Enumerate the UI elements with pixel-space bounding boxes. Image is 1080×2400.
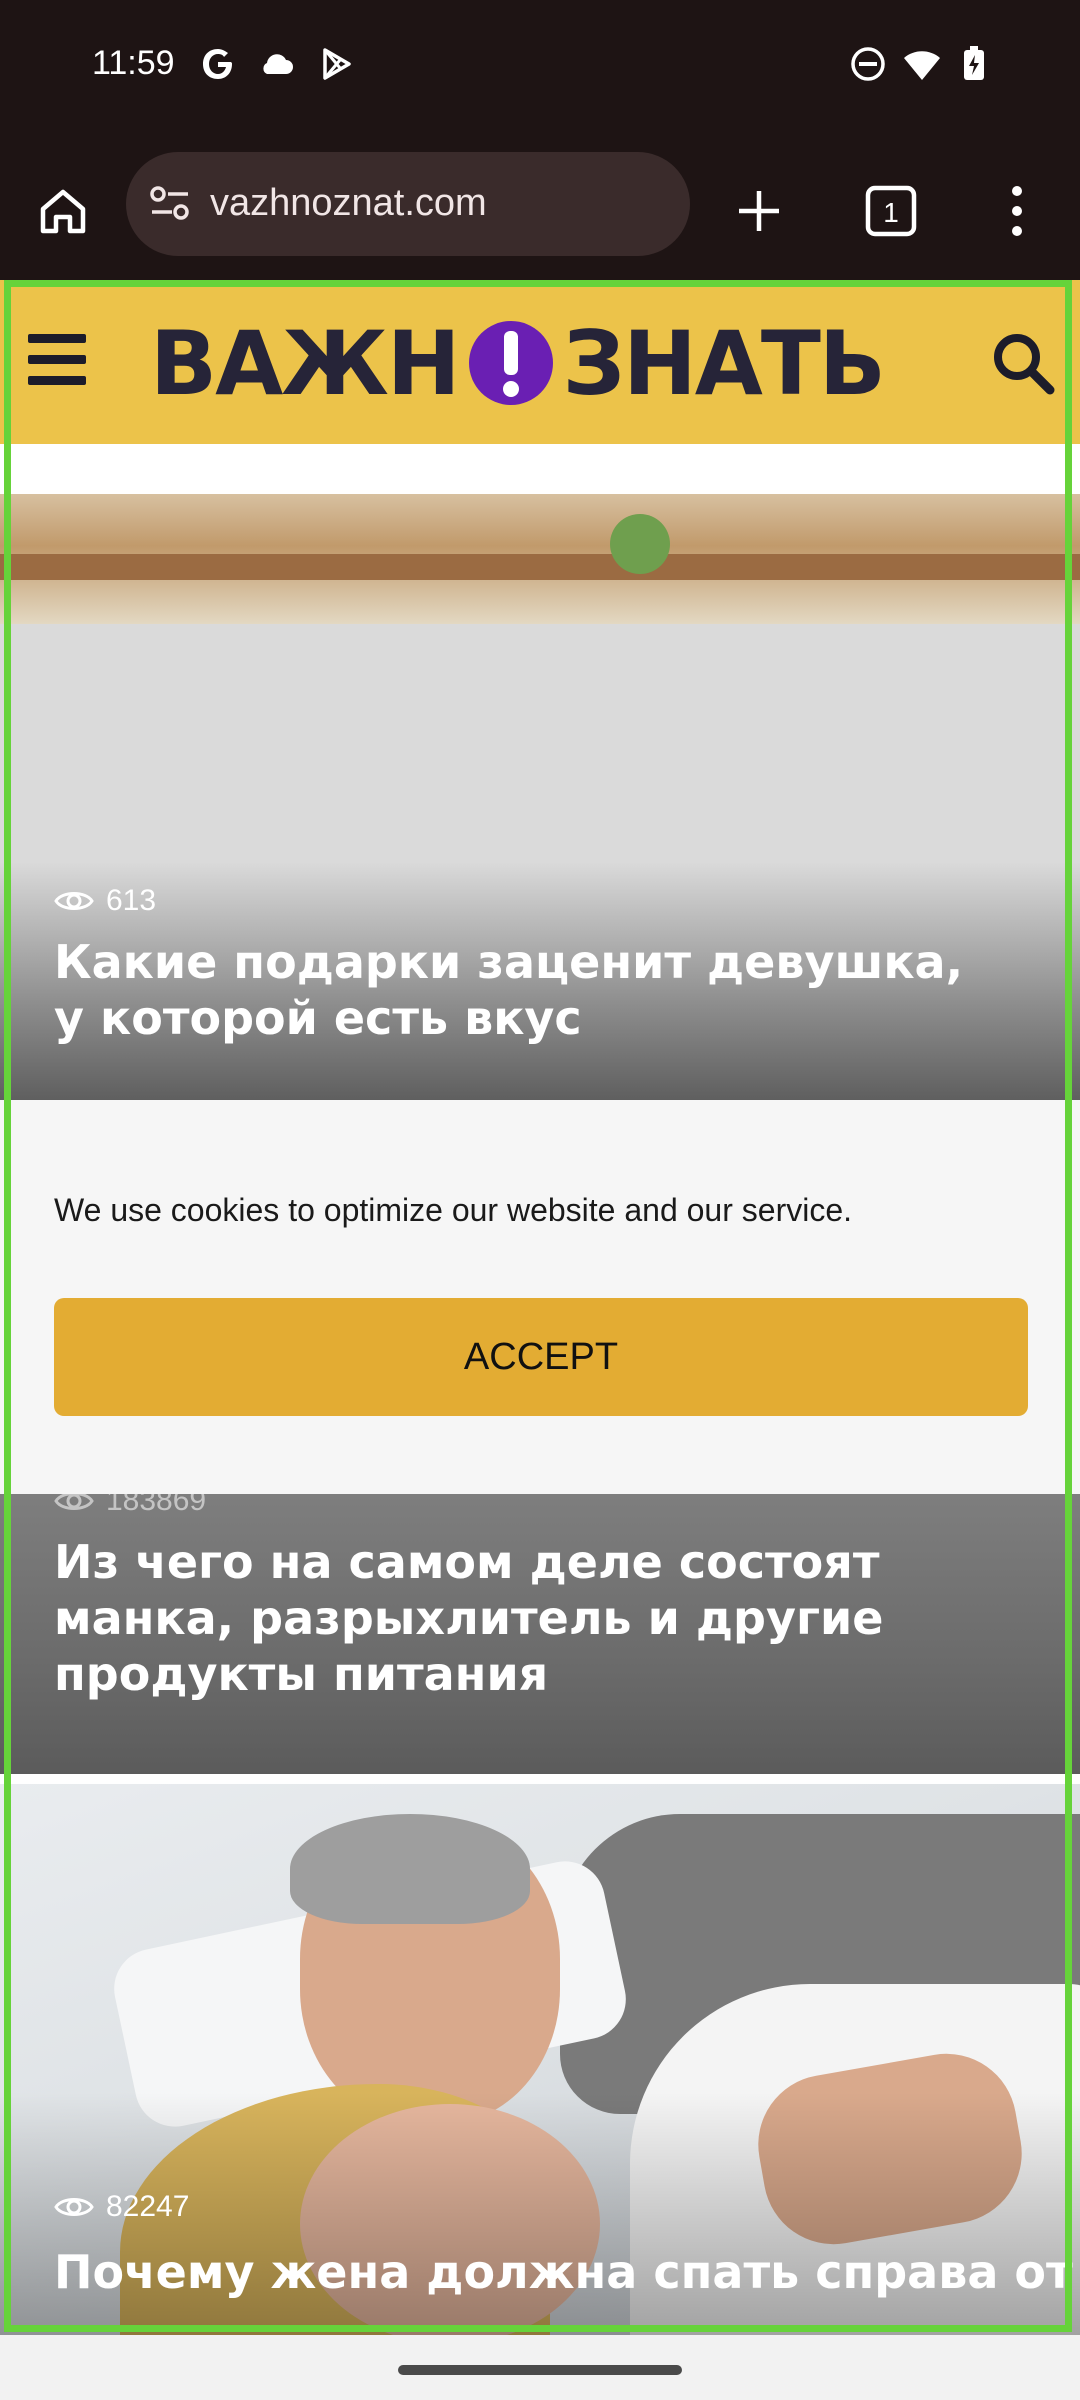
navigation-bar <box>0 2335 1080 2400</box>
site-logo[interactable]: ВАЖН ЗНАТЬ <box>150 312 886 415</box>
gesture-handle[interactable] <box>398 2365 682 2375</box>
battery-charging-icon <box>964 46 984 80</box>
article-card[interactable]: 613 Какие подарки заценит девушка, у кот… <box>0 624 1080 1100</box>
article-title[interactable]: Из чего на самом деле состоят манка, раз… <box>54 1534 1044 1702</box>
status-bar: 11:59 <box>0 0 1080 140</box>
home-button[interactable] <box>28 176 98 246</box>
menu-button[interactable] <box>982 176 1052 246</box>
google-icon <box>203 49 232 79</box>
logo-text-left: ВАЖН <box>150 311 461 415</box>
view-count-value: 613 <box>106 884 157 917</box>
do-not-disturb-icon <box>851 47 885 81</box>
article-card[interactable]: 183869 Из чего на самом деле состоят ман… <box>0 1484 1080 1774</box>
new-tab-button[interactable] <box>724 176 794 246</box>
logo-text-right: ЗНАТЬ <box>562 311 886 415</box>
play-store-icon <box>323 48 351 80</box>
site-settings-icon <box>150 186 189 220</box>
cloud-icon <box>263 54 293 74</box>
view-count: 82247 <box>54 2190 189 2224</box>
cookie-banner: We use cookies to optimize our website a… <box>0 1100 1080 1494</box>
plus-icon <box>739 191 779 231</box>
accept-cookies-button[interactable]: ACCEPT <box>54 1298 1028 1416</box>
cookie-message: We use cookies to optimize our website a… <box>54 1192 853 1228</box>
more-vert-icon <box>1012 186 1022 236</box>
eye-icon <box>54 892 94 910</box>
article-title[interactable]: Какие подарки заценит девушка, у которой… <box>54 934 994 1046</box>
hamburger-menu-icon[interactable] <box>28 334 86 386</box>
web-page: ВАЖН ЗНАТЬ 613 Какие подарки заценит дев… <box>0 280 1080 2335</box>
home-icon <box>40 189 86 234</box>
article-card[interactable]: 82247 Почему жена должна спать справа от <box>0 1784 1080 2335</box>
address-bar[interactable]: vazhnoznat.com <box>126 152 690 256</box>
eye-icon <box>54 2198 94 2216</box>
logo-exclamation-icon <box>468 321 553 405</box>
search-icon[interactable] <box>990 330 1056 396</box>
header-spacer <box>0 444 1080 494</box>
wifi-icon <box>904 51 940 80</box>
article-title[interactable]: Почему жена должна спать справа от <box>54 2244 1073 2300</box>
tab-switcher-button[interactable]: 1 <box>856 176 926 246</box>
view-count: 613 <box>54 884 156 918</box>
tabs-icon: 1 <box>865 185 917 237</box>
tab-count: 1 <box>883 197 899 228</box>
article-image-partial[interactable] <box>0 494 1080 624</box>
site-header: ВАЖН ЗНАТЬ <box>0 280 1080 444</box>
view-count-value: 82247 <box>106 2190 190 2223</box>
status-time: 11:59 <box>92 44 175 82</box>
url-text: vazhnoznat.com <box>210 182 487 224</box>
